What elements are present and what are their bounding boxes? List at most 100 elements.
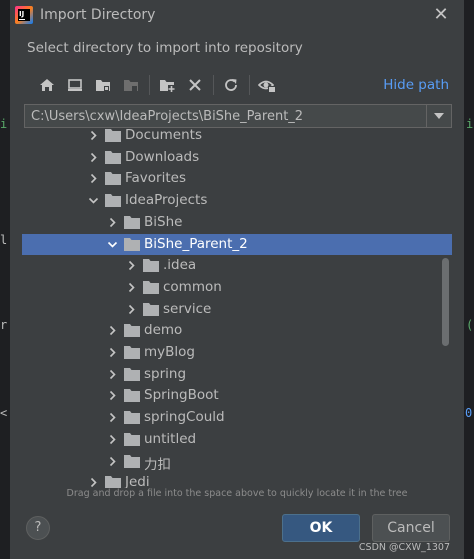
folder-icon xyxy=(143,302,159,316)
drag-drop-hint: Drag and drop a file into the space abov… xyxy=(66,488,408,499)
show-hidden-icon[interactable] xyxy=(257,75,277,95)
folder-icon xyxy=(124,346,140,359)
tree-item-label: BiShe xyxy=(144,213,183,230)
chevron-right-icon[interactable] xyxy=(88,477,99,488)
ok-button[interactable]: OK xyxy=(282,514,360,542)
chevron-right-icon[interactable] xyxy=(126,260,137,271)
intellij-logo-icon: IJ xyxy=(15,6,33,24)
toolbar: Hide path xyxy=(27,72,457,98)
tree-item-label: Favorites xyxy=(125,170,186,187)
tree-item[interactable]: common xyxy=(22,277,452,298)
chevron-down-icon[interactable] xyxy=(107,239,118,250)
chevron-right-icon[interactable] xyxy=(107,369,118,380)
path-input[interactable] xyxy=(25,105,423,127)
tree-item[interactable]: BiShe xyxy=(22,212,452,233)
folder-icon xyxy=(143,280,159,294)
tree-item[interactable]: springCould xyxy=(22,407,452,428)
chevron-right-icon[interactable] xyxy=(107,217,118,228)
folder-icon xyxy=(124,237,140,251)
tree-item[interactable]: Jedi xyxy=(22,472,452,488)
chevron-right-icon[interactable] xyxy=(126,282,137,293)
folder-icon xyxy=(105,194,121,208)
folder-icon xyxy=(124,367,140,381)
tree-item[interactable]: Documents xyxy=(22,126,452,146)
tree-item[interactable]: SpringBoot xyxy=(22,385,452,406)
folder-icon xyxy=(105,476,121,488)
tree-item-label: untitled xyxy=(144,430,197,447)
cancel-button[interactable]: Cancel xyxy=(372,514,450,542)
tree-item-label: 力扣 xyxy=(144,456,171,473)
chevron-right-icon[interactable] xyxy=(107,456,118,467)
refresh-icon[interactable] xyxy=(221,75,241,95)
background-glyph: i xyxy=(0,117,8,131)
tree-item-label: springCould xyxy=(144,409,225,426)
folder-icon xyxy=(124,215,140,229)
path-dropdown-button[interactable] xyxy=(426,105,451,127)
tree-item-label: common xyxy=(163,278,222,295)
dialog-subtitle: Select directory to import into reposito… xyxy=(27,40,303,56)
background-glyph: < xyxy=(0,406,8,420)
tree-item[interactable]: IdeaProjects xyxy=(22,190,452,211)
folder-icon xyxy=(124,389,140,403)
folder-icon xyxy=(124,454,140,468)
folder-icon xyxy=(124,432,140,446)
chevron-right-icon[interactable] xyxy=(107,347,118,358)
toolbar-separator xyxy=(249,75,250,95)
dialog-title: Import Directory xyxy=(40,7,156,23)
chevron-right-icon[interactable] xyxy=(107,390,118,401)
tree-item[interactable]: demo xyxy=(22,320,452,341)
tree-item[interactable]: Downloads xyxy=(22,147,452,168)
project-folder-icon[interactable] xyxy=(93,75,113,95)
chevron-down-icon xyxy=(434,113,444,119)
chevron-right-icon[interactable] xyxy=(88,130,99,141)
background-glyph: 0 xyxy=(465,406,473,420)
import-directory-dialog: IJ Import Directory ✕ Select directory t… xyxy=(10,0,464,559)
home-icon[interactable] xyxy=(37,75,57,95)
tree-item-label: spring xyxy=(144,365,187,382)
tree-item[interactable]: .idea xyxy=(22,255,452,276)
tree-item-label: IdeaProjects xyxy=(125,192,208,209)
hide-path-link[interactable]: Hide path xyxy=(383,77,449,93)
folder-icon xyxy=(105,129,121,142)
folder-icon xyxy=(124,411,140,425)
chevron-right-icon[interactable] xyxy=(126,304,137,315)
delete-icon[interactable] xyxy=(185,75,205,95)
close-icon[interactable]: ✕ xyxy=(432,5,450,25)
help-button[interactable]: ? xyxy=(26,516,50,540)
tree-item-label: Documents xyxy=(125,127,202,143)
tree-item[interactable]: 力扣 xyxy=(22,451,452,473)
folder-icon xyxy=(143,259,159,273)
folder-icon xyxy=(105,150,121,164)
title-bar: IJ Import Directory ✕ xyxy=(10,0,464,32)
chevron-right-icon[interactable] xyxy=(88,152,99,163)
path-field[interactable] xyxy=(24,104,452,128)
tree-item-label: Downloads xyxy=(125,148,200,165)
chevron-right-icon[interactable] xyxy=(107,434,118,445)
chevron-down-icon[interactable] xyxy=(88,195,99,206)
module-folder-icon[interactable] xyxy=(121,75,141,95)
tree-item-label: .idea xyxy=(163,257,197,274)
tree-item-label: SpringBoot xyxy=(144,387,219,404)
tree-item-label: myBlog xyxy=(144,344,195,360)
new-folder-icon[interactable] xyxy=(157,75,177,95)
tree-item[interactable]: BiShe_Parent_2 xyxy=(22,233,452,255)
background-glyph: r xyxy=(0,318,8,332)
desktop-icon[interactable] xyxy=(65,75,85,95)
tree-item-label: demo xyxy=(144,322,183,339)
directory-tree: Documents Downloads Favorites IdeaProjects B… xyxy=(22,126,452,488)
tree-item[interactable]: myBlog xyxy=(22,342,452,363)
tree-item-label: service xyxy=(163,300,212,317)
folder-icon xyxy=(124,324,140,338)
background-glyph: l xyxy=(0,233,8,247)
tree-scrollbar[interactable] xyxy=(442,258,449,346)
tree-item[interactable]: service xyxy=(22,299,452,320)
folder-icon xyxy=(105,172,121,186)
tree-item[interactable]: Favorites xyxy=(22,168,452,189)
chevron-right-icon[interactable] xyxy=(107,325,118,336)
tree-item[interactable]: untitled xyxy=(22,429,452,450)
tree-item[interactable]: spring xyxy=(22,364,452,385)
toolbar-separator xyxy=(213,75,214,95)
tree-item-label: Jedi xyxy=(125,474,150,488)
chevron-right-icon[interactable] xyxy=(88,173,99,184)
chevron-right-icon[interactable] xyxy=(107,412,118,423)
